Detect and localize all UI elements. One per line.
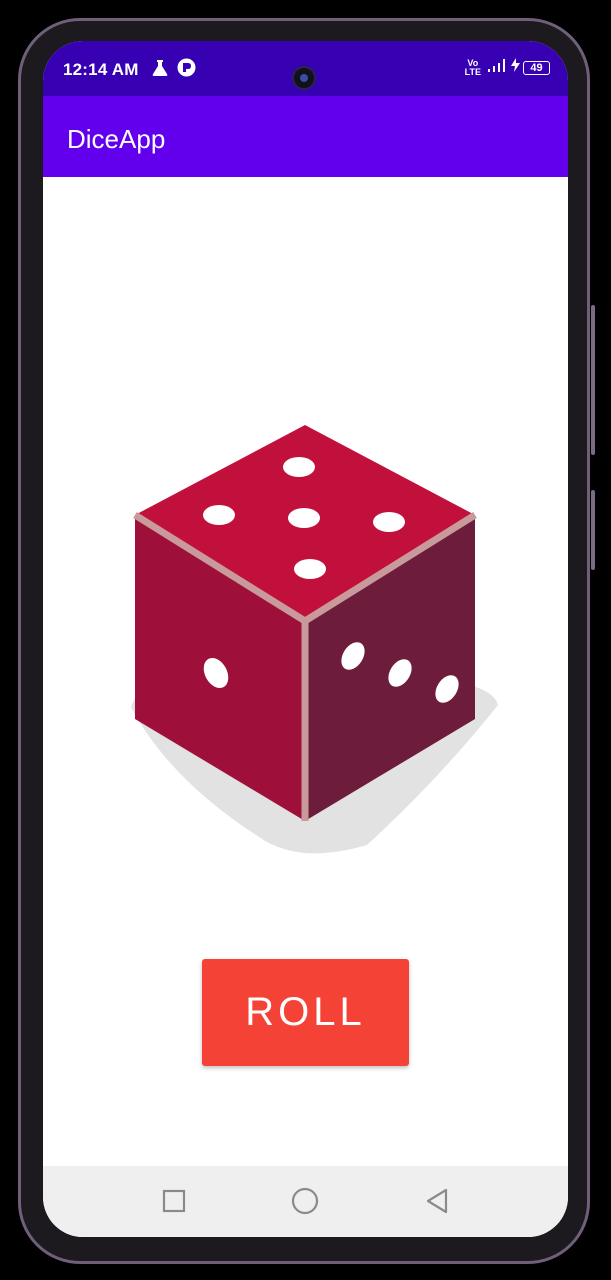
status-icons-left [151, 58, 196, 82]
dice-image [131, 425, 498, 854]
main-content: ROLL [43, 177, 568, 1166]
dice-pip [288, 508, 320, 528]
battery-level: 49 [523, 60, 550, 75]
status-bar: 12:14 AM Vo LTE 49 [43, 41, 568, 96]
charging-icon [511, 58, 520, 77]
volume-button [591, 305, 595, 455]
screen: 12:14 AM Vo LTE 49 DiceApp ROLL [43, 41, 568, 1237]
status-icons-right: Vo LTE 49 [465, 58, 550, 77]
flask-icon [151, 59, 169, 82]
app-bar: DiceApp [43, 96, 568, 177]
roll-button[interactable]: ROLL [202, 959, 409, 1066]
recents-icon[interactable] [159, 1186, 189, 1216]
dice-pip [294, 559, 326, 579]
home-icon[interactable] [290, 1186, 320, 1216]
power-button [591, 490, 595, 570]
dice-pip [373, 512, 405, 532]
volte-icon: Vo LTE [464, 57, 481, 77]
status-time: 12:14 AM [63, 60, 139, 79]
app-notification-icon [177, 58, 196, 82]
dice-pip [283, 457, 315, 477]
signal-icon [487, 58, 505, 77]
front-camera [292, 66, 316, 90]
navigation-bar [43, 1166, 568, 1237]
app-title: DiceApp [67, 124, 166, 154]
back-icon[interactable] [422, 1186, 452, 1216]
dice-pip [203, 505, 235, 525]
battery-icon: 49 [511, 58, 550, 77]
